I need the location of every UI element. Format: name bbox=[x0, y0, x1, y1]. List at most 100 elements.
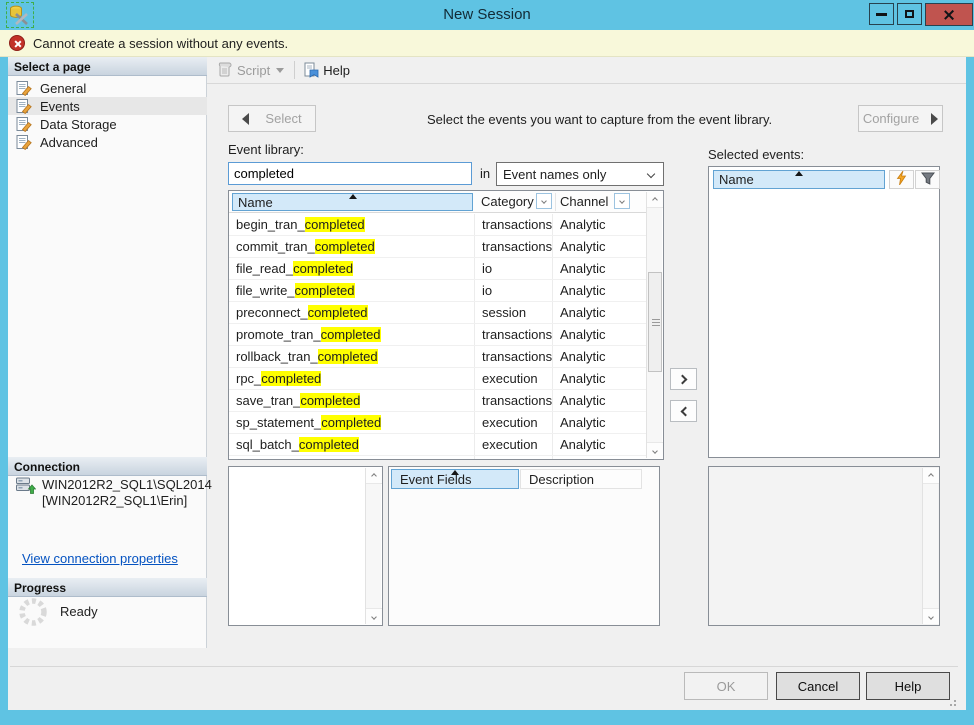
event-row[interactable]: preconnect_completed session Analytic bbox=[229, 302, 646, 324]
category-filter-dropdown[interactable] bbox=[536, 193, 552, 209]
ok-button[interactable]: OK bbox=[684, 672, 768, 700]
event-channel-cell: Analytic bbox=[560, 261, 606, 276]
connection-server: WIN2012R2_SQL1\SQL2014 [WIN2012R2_SQL1\E… bbox=[42, 477, 212, 508]
page-icon bbox=[16, 98, 32, 115]
event-channel-cell: Analytic bbox=[560, 327, 606, 342]
configure-button[interactable]: Configure bbox=[858, 105, 943, 132]
event-channel-cell: Analytic bbox=[560, 305, 606, 320]
title-bar[interactable]: New Session bbox=[0, 0, 974, 30]
help-toolbar-button[interactable]: Help bbox=[323, 63, 350, 78]
event-search-input[interactable] bbox=[228, 162, 472, 185]
event-row[interactable]: promote_tran_completed transactions Anal… bbox=[229, 324, 646, 346]
remove-event-button[interactable] bbox=[670, 400, 697, 422]
sidebar-page-label: Events bbox=[40, 98, 80, 114]
scroll-up-icon[interactable] bbox=[366, 468, 382, 484]
chevron-right-icon bbox=[677, 374, 687, 384]
sort-ascending-icon bbox=[348, 194, 357, 199]
event-library-table: Name Category Channel begin_tran_complet… bbox=[228, 190, 664, 460]
event-config-button[interactable] bbox=[889, 170, 914, 189]
view-connection-properties-link[interactable]: View connection properties bbox=[22, 551, 178, 566]
add-event-button[interactable] bbox=[670, 368, 697, 390]
event-category-cell: transactions bbox=[475, 346, 553, 367]
progress-status: Ready bbox=[60, 604, 98, 619]
event-row[interactable]: save_tran_completed transactions Analyti… bbox=[229, 390, 646, 412]
page-icon bbox=[16, 116, 32, 133]
event-channel-cell: Analytic bbox=[560, 393, 606, 408]
cancel-button[interactable]: Cancel bbox=[776, 672, 860, 700]
event-row[interactable]: rollback_tran_completed transactions Ana… bbox=[229, 346, 646, 368]
details-scrollbar[interactable] bbox=[922, 468, 939, 624]
error-banner: Cannot create a session without any even… bbox=[0, 30, 974, 57]
event-row[interactable]: sql_statement_completed execution Analyt… bbox=[229, 456, 646, 459]
event-row[interactable]: begin_tran_completed transactions Analyt… bbox=[229, 214, 646, 236]
chevron-down-icon bbox=[646, 169, 656, 179]
event-row[interactable]: sql_batch_completed execution Analytic bbox=[229, 434, 646, 456]
select-button[interactable]: Select bbox=[228, 105, 316, 132]
selected-column-header-name[interactable]: Name bbox=[713, 170, 885, 189]
scroll-down-icon[interactable] bbox=[647, 442, 663, 458]
close-button[interactable] bbox=[925, 3, 973, 26]
event-category-cell: execution bbox=[475, 456, 553, 459]
page-icon bbox=[16, 80, 32, 97]
progress-spinner-icon bbox=[18, 597, 48, 627]
tab-description[interactable]: Description bbox=[520, 469, 642, 489]
event-row[interactable]: file_read_completed io Analytic bbox=[229, 258, 646, 280]
sidebar-page-advanced[interactable]: Advanced bbox=[8, 133, 207, 151]
event-channel-cell: Analytic bbox=[560, 437, 606, 452]
event-filter-button[interactable] bbox=[915, 170, 940, 189]
event-name-cell: begin_tran_completed bbox=[229, 214, 475, 235]
sort-ascending-icon bbox=[451, 470, 459, 475]
event-row[interactable]: file_write_completed io Analytic bbox=[229, 280, 646, 302]
sidebar-page-events[interactable]: Events bbox=[8, 97, 207, 115]
script-button[interactable]: Script bbox=[237, 63, 270, 78]
sidebar-page-general[interactable]: General bbox=[8, 79, 207, 97]
event-channel-cell: Analytic bbox=[560, 217, 606, 232]
event-name-cell: commit_tran_completed bbox=[229, 236, 475, 257]
minimize-button[interactable] bbox=[869, 3, 894, 25]
column-header-name[interactable]: Name bbox=[232, 193, 473, 211]
event-channel-cell: Analytic bbox=[560, 239, 606, 254]
scroll-down-icon[interactable] bbox=[366, 608, 382, 624]
column-header-channel[interactable]: Channel bbox=[555, 193, 631, 211]
event-category-cell: transactions bbox=[475, 214, 553, 235]
event-category-cell: session bbox=[475, 302, 553, 323]
script-dropdown-icon[interactable] bbox=[276, 67, 285, 73]
sidebar-page-label: Data Storage bbox=[40, 116, 117, 132]
maximize-button[interactable] bbox=[897, 3, 922, 25]
tab-event-fields[interactable]: Event Fields bbox=[391, 469, 519, 489]
error-icon bbox=[9, 35, 25, 51]
event-row[interactable]: sp_statement_completed execution Analyti… bbox=[229, 412, 646, 434]
chevron-down-icon bbox=[541, 198, 547, 204]
channel-filter-dropdown[interactable] bbox=[614, 193, 630, 209]
scrollbar-thumb[interactable] bbox=[648, 272, 662, 372]
sidebar-page-data-storage[interactable]: Data Storage bbox=[8, 115, 207, 133]
event-library-rows: begin_tran_completed transactions Analyt… bbox=[229, 214, 646, 459]
maximize-icon bbox=[905, 10, 914, 18]
library-table-header: Name Category Channel bbox=[229, 191, 646, 213]
resize-grip[interactable] bbox=[946, 696, 958, 708]
scroll-up-icon[interactable] bbox=[923, 468, 939, 484]
configure-arrow-icon bbox=[931, 112, 939, 125]
column-header-category[interactable]: Category bbox=[477, 193, 553, 211]
library-scrollbar[interactable] bbox=[646, 192, 663, 458]
event-category-cell: execution bbox=[475, 412, 553, 433]
event-category-cell: transactions bbox=[475, 236, 553, 257]
help-button[interactable]: Help bbox=[866, 672, 950, 700]
scroll-up-icon[interactable] bbox=[647, 192, 663, 208]
event-category-cell: io bbox=[475, 280, 553, 301]
event-channel-cell: Analytic bbox=[560, 283, 606, 298]
search-scope-select[interactable]: Event names only bbox=[496, 162, 664, 186]
event-name-cell: rollback_tran_completed bbox=[229, 346, 475, 367]
event-channel-cell: Analytic bbox=[560, 371, 606, 386]
event-name-cell: preconnect_completed bbox=[229, 302, 475, 323]
sidebar-page-label: General bbox=[40, 80, 87, 96]
script-icon bbox=[217, 62, 233, 78]
event-name-cell: sp_statement_completed bbox=[229, 412, 475, 433]
category-list-scrollbar[interactable] bbox=[365, 468, 382, 624]
event-row[interactable]: rpc_completed execution Analytic bbox=[229, 368, 646, 390]
footer-divider bbox=[10, 666, 958, 667]
event-row[interactable]: commit_tran_completed transactions Analy… bbox=[229, 236, 646, 258]
in-label: in bbox=[480, 166, 491, 181]
event-category-cell: io bbox=[475, 258, 553, 279]
scroll-down-icon[interactable] bbox=[923, 608, 939, 624]
